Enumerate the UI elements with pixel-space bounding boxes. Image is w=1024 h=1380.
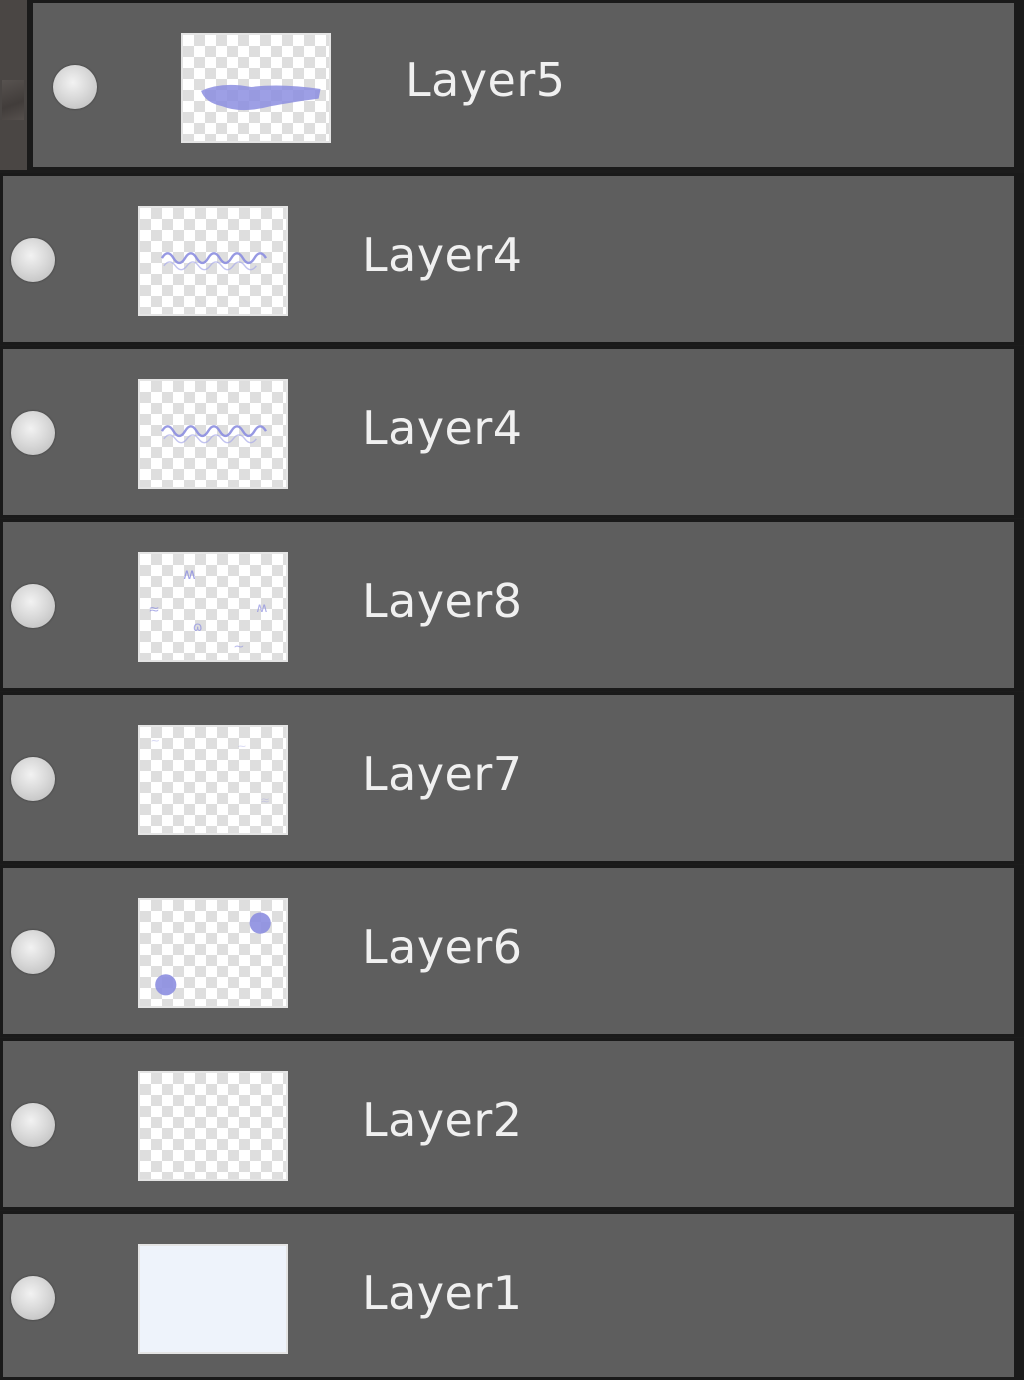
layer-name: Layer5 (405, 53, 566, 107)
layer-name: Layer6 (362, 920, 523, 974)
visibility-toggle-icon[interactable] (11, 238, 55, 282)
layer-thumbnail: ~ ~ ≈ (138, 725, 288, 835)
svg-text:≈: ≈ (148, 602, 159, 618)
visibility-toggle-icon[interactable] (11, 930, 55, 974)
visibility-toggle-icon[interactable] (11, 1103, 55, 1147)
layer-row-layer2[interactable]: Layer2 (0, 1038, 1024, 1210)
layer-thumbnail (138, 206, 288, 316)
layer-thumbnail: ʍ ≈ ɷ ʍ ~ (138, 552, 288, 662)
two-purple-dots-icon (155, 912, 271, 996)
layer-name: Layer8 (362, 574, 523, 628)
layer-thumbnail (138, 898, 288, 1008)
purple-squiggle-line-icon (160, 252, 268, 271)
layer-name: Layer2 (362, 1093, 523, 1147)
visibility-toggle-icon[interactable] (11, 757, 55, 801)
svg-text:ʍ: ʍ (256, 600, 267, 616)
svg-text:ɷ: ɷ (193, 619, 203, 635)
layer-row-layer8[interactable]: ʍ ≈ ɷ ʍ ~ Layer8 (0, 519, 1024, 691)
layer-row-layer4[interactable]: Layer4 (0, 346, 1024, 518)
group-indent-strip (0, 0, 30, 170)
layer-row-layer1[interactable]: Layer1 (0, 1211, 1024, 1380)
layer-thumbnail (138, 379, 288, 489)
layer-thumbnail (181, 33, 331, 143)
layer-thumbnail (138, 1244, 288, 1354)
visibility-toggle-icon[interactable] (11, 411, 55, 455)
layer-name: Layer4 (362, 228, 523, 282)
layer-row-layer4[interactable]: Layer4 (0, 173, 1024, 345)
purple-brush-streak-icon (201, 84, 321, 111)
svg-text:~: ~ (233, 638, 244, 654)
layers-panel: Layer5 Layer4 Layer4 ʍ ≈ ɷ ʍ ~ Layer8 ~ … (0, 0, 1024, 1380)
layer-row-layer5[interactable]: Layer5 (30, 0, 1024, 170)
layer-name: Layer4 (362, 401, 523, 455)
visibility-toggle-icon[interactable] (11, 584, 55, 628)
layer-name: Layer7 (362, 747, 523, 801)
layer-row-layer6[interactable]: Layer6 (0, 865, 1024, 1037)
layer-row-layer7[interactable]: ~ ~ ≈ Layer7 (0, 692, 1024, 864)
svg-text:~: ~ (237, 739, 247, 753)
faint-marks-icon: ~ ~ ≈ (150, 733, 270, 807)
svg-text:ʍ: ʍ (183, 565, 196, 583)
scattered-purple-marks-icon: ʍ ≈ ɷ ʍ ~ (148, 565, 267, 654)
visibility-toggle-icon[interactable] (53, 65, 97, 109)
layer-name: Layer1 (362, 1266, 523, 1320)
svg-text:≈: ≈ (260, 793, 270, 807)
layer-thumbnail (138, 1071, 288, 1181)
visibility-toggle-icon[interactable] (11, 1276, 55, 1320)
svg-text:~: ~ (150, 733, 160, 747)
purple-squiggle-line-icon (160, 425, 268, 444)
